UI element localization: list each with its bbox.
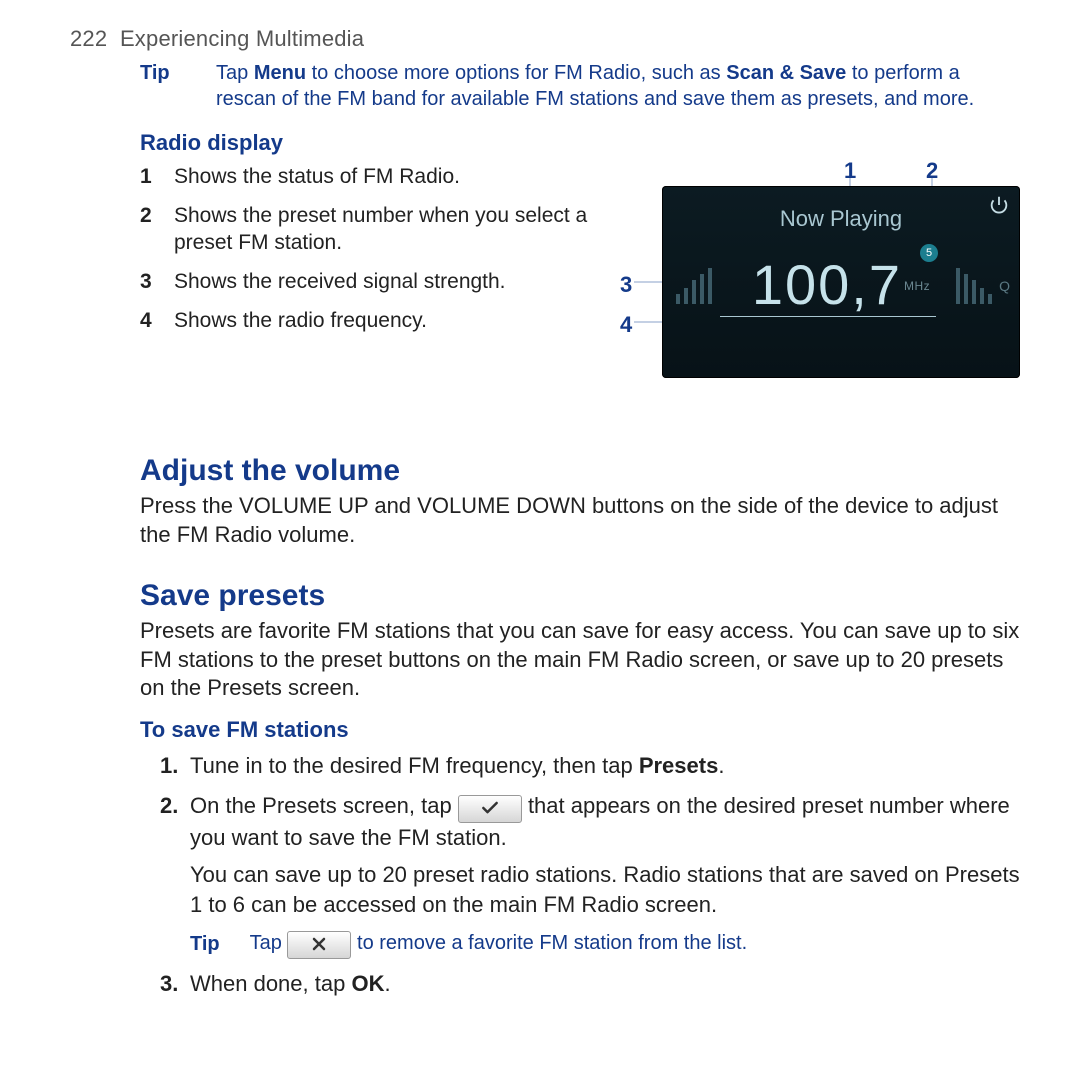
inner-tip: Tip Tap to remove a favorite FM station … (190, 930, 1020, 959)
steps-list: Tune in to the desired FM frequency, the… (160, 751, 1020, 998)
legend-row: 1Shows the status of FM Radio. (140, 164, 596, 191)
save-fm-subheading: To save FM stations (140, 717, 1020, 743)
signal-bars-left (676, 268, 712, 304)
radio-display: Now Playing 5 100,7MHz Q (662, 186, 1020, 378)
save-presets-heading: Save presets (140, 579, 1020, 613)
save-presets-body: Presets are favorite FM stations that yo… (140, 617, 1020, 703)
radio-preset-num: 5 (920, 244, 938, 262)
legend-row: 4Shows the radio frequency. (140, 308, 596, 335)
doc-page: 222 Experiencing Multimedia Tip Tap Menu… (0, 0, 1080, 1028)
tip-label: Tip (140, 60, 176, 112)
radio-q-indicator: Q (999, 278, 1010, 294)
legend-row: 2Shows the preset number when you select… (140, 203, 596, 257)
radio-display-heading: Radio display (140, 130, 1020, 156)
radio-display-section: 1Shows the status of FM Radio. 2Shows th… (140, 164, 1020, 424)
check-icon (458, 795, 522, 823)
step-1: Tune in to the desired FM frequency, the… (160, 751, 1020, 781)
radio-status: Now Playing (662, 186, 1020, 254)
page-section: Experiencing Multimedia (120, 26, 364, 51)
radio-callout-figure: 1 2 3 4 Now Playing 5 (620, 164, 1020, 424)
adjust-volume-body: Press the VOLUME UP and VOLUME DOWN butt… (140, 492, 1020, 549)
step-3: When done, tap OK. (160, 969, 1020, 999)
x-icon (287, 931, 351, 959)
top-tip: Tip Tap Menu to choose more options for … (140, 60, 1020, 112)
page-number: 222 (70, 26, 107, 51)
tip-body: Tap Menu to choose more options for FM R… (216, 60, 1020, 112)
page-header: 222 Experiencing Multimedia (70, 26, 1020, 52)
signal-bars-right (956, 268, 992, 304)
step-2-continuation: You can save up to 20 preset radio stati… (190, 860, 1020, 919)
legend-row: 3Shows the received signal strength. (140, 269, 596, 296)
legend-list: 1Shows the status of FM Radio. 2Shows th… (140, 164, 596, 424)
radio-freq-underline (720, 316, 936, 317)
step-2: On the Presets screen, tap that appears … (160, 791, 1020, 959)
adjust-volume-heading: Adjust the volume (140, 454, 1020, 488)
